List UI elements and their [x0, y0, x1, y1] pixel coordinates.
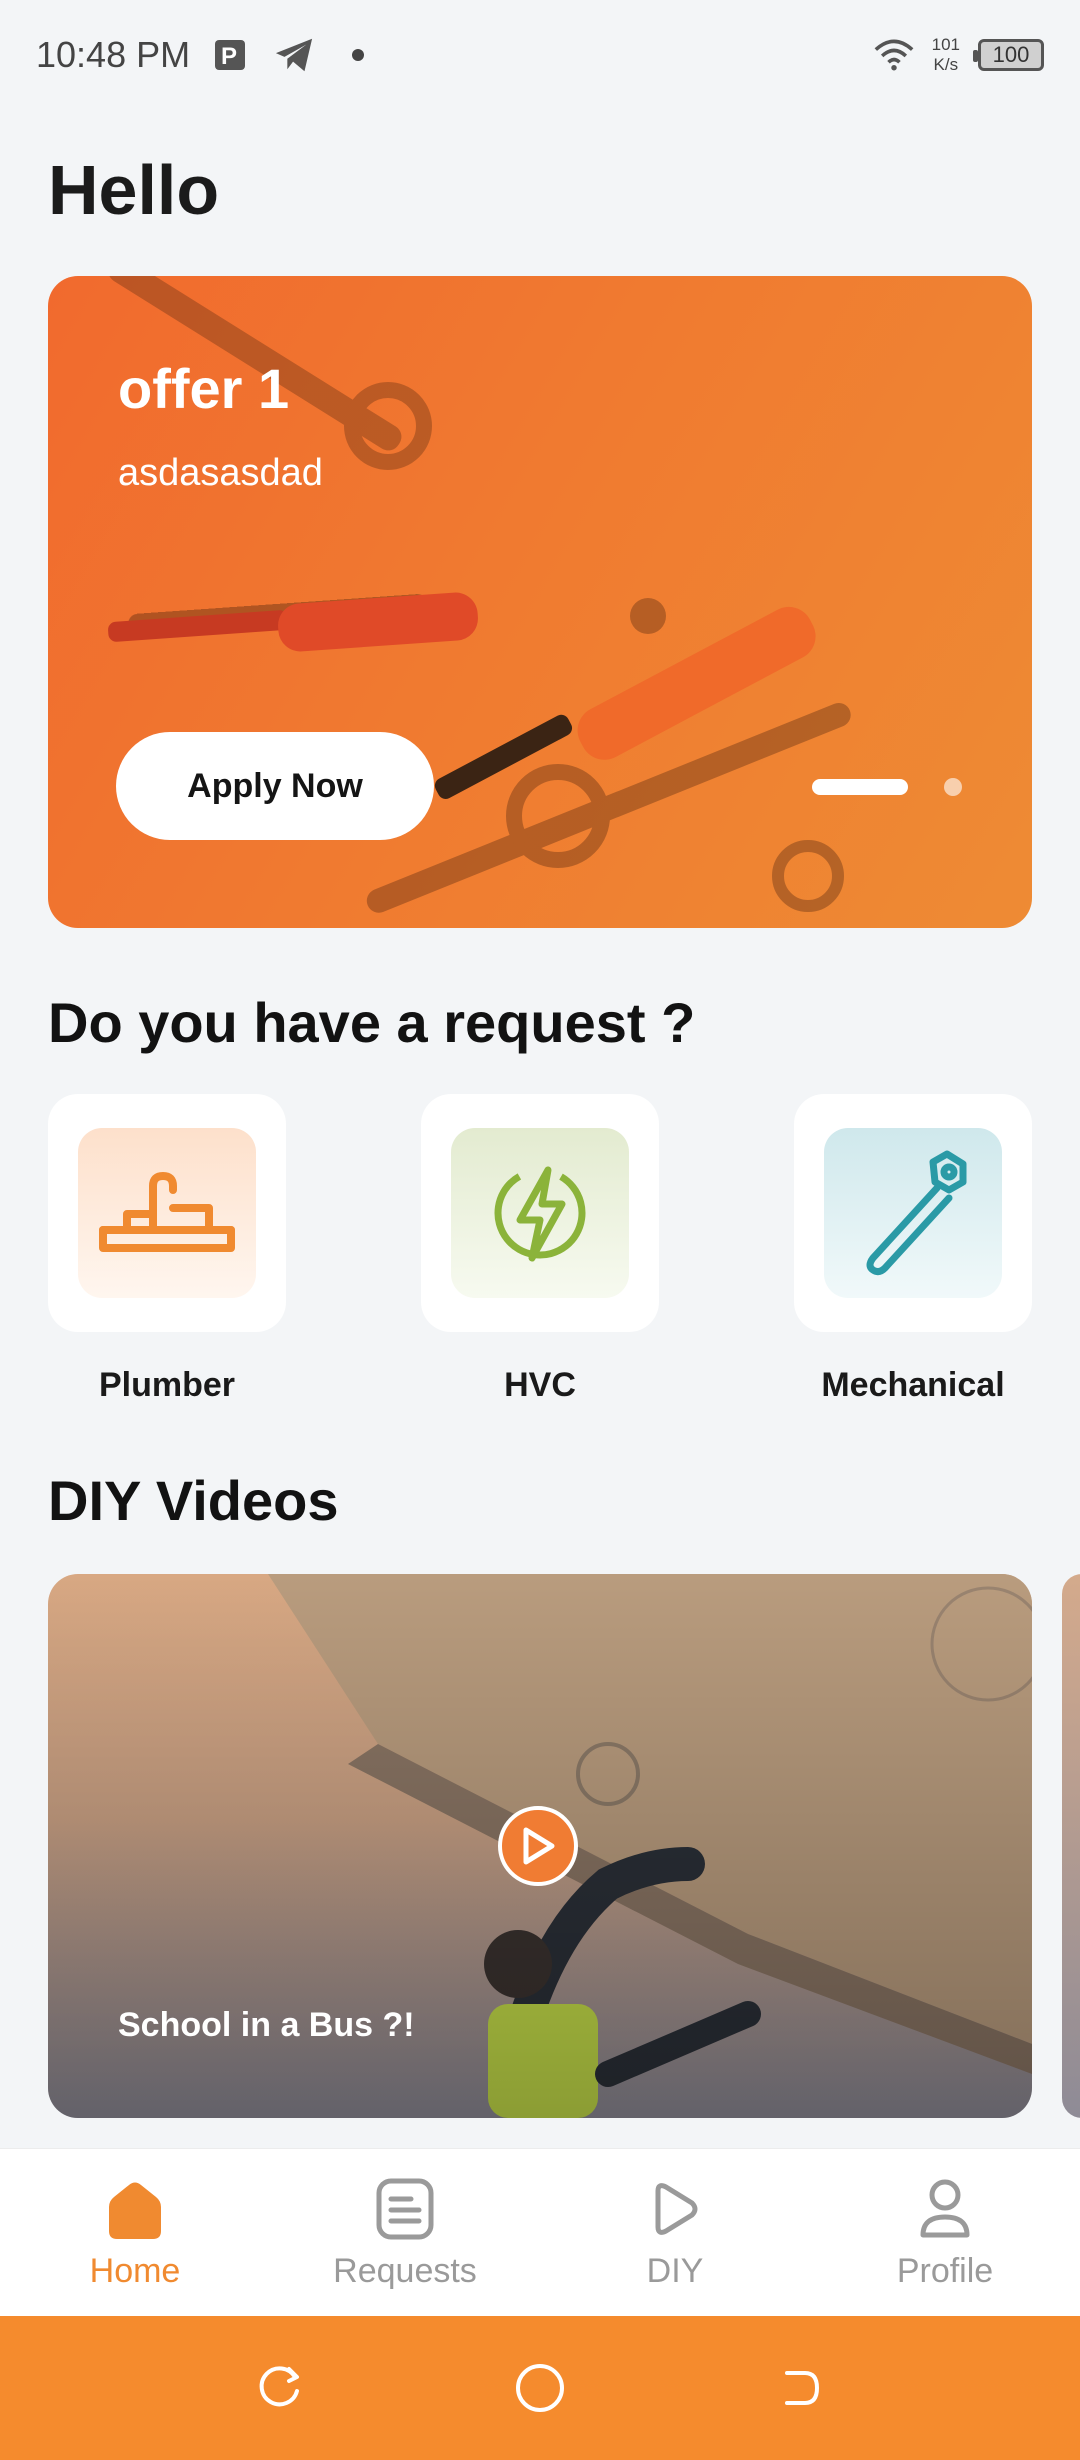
notification-dot	[352, 49, 365, 61]
user-icon	[910, 2174, 980, 2244]
recents-icon[interactable]	[250, 2358, 310, 2418]
service-icon-bg	[824, 1128, 1002, 1298]
battery-level: 100	[992, 42, 1030, 67]
nav-label: Requests	[333, 2252, 477, 2290]
lightning-icon	[494, 1166, 586, 1262]
telegram-icon	[274, 35, 314, 75]
play-outline-icon	[640, 2174, 710, 2244]
status-time: 10:48 PM	[36, 34, 191, 75]
play-button[interactable]	[498, 1806, 578, 1886]
service-label: Mechanical	[821, 1366, 1005, 1404]
network-speed-value: 101	[931, 35, 960, 54]
nav-item-home[interactable]: Home	[0, 2174, 270, 2291]
apply-now-button[interactable]: Apply Now	[116, 732, 434, 840]
nav-label: Profile	[896, 2252, 994, 2290]
network-speed-unit: K/s	[933, 55, 959, 74]
document-icon	[370, 2174, 440, 2244]
offer-title: offer 1	[118, 357, 290, 420]
status-right: 101 K/s 100	[874, 35, 1044, 75]
wrench-icon	[866, 1150, 967, 1276]
offer-subtitle: asdasasdad	[118, 452, 323, 494]
network-speed: 101 K/s	[932, 35, 960, 75]
service-label: Plumber	[98, 1366, 236, 1404]
home-icon	[100, 2174, 170, 2244]
battery-icon: 100	[973, 39, 1044, 71]
bottom-navigation: Home Requests DIY Profile	[0, 2148, 1080, 2316]
wifi-icon	[874, 35, 914, 75]
status-bar: 10:48 PM P 101 K/s 100	[0, 0, 1080, 110]
nav-label: Home	[89, 2252, 181, 2290]
service-icon-bg	[451, 1128, 629, 1298]
nav-item-diy[interactable]: DIY	[540, 2174, 810, 2291]
parking-icon: P	[212, 35, 252, 75]
service-mechanical[interactable]: Mechanical	[794, 1094, 1032, 1405]
service-label: HVC	[504, 1366, 576, 1404]
service-icon-bg	[78, 1128, 256, 1298]
nav-label: DIY	[646, 2252, 704, 2290]
system-navigation-bar	[0, 2316, 1080, 2460]
video-card[interactable]: School in a Bus ?!	[48, 1574, 1032, 2118]
svg-text:P: P	[221, 43, 237, 70]
video-title: School in a Bus ?!	[118, 2006, 415, 2044]
status-left: 10:48 PM P	[36, 34, 365, 76]
offer-pager[interactable]	[812, 778, 962, 796]
service-tile[interactable]	[421, 1094, 659, 1332]
next-video-card[interactable]	[1062, 1574, 1080, 2118]
back-icon[interactable]	[770, 2358, 830, 2418]
diy-section-title: DIY Videos	[48, 1469, 339, 1532]
play-icon	[523, 1827, 555, 1865]
nav-item-profile[interactable]: Profile	[810, 2174, 1080, 2291]
service-tile[interactable]	[794, 1094, 1032, 1332]
service-plumber[interactable]: Plumber	[48, 1094, 286, 1405]
pager-dot[interactable]	[944, 778, 962, 796]
plumbing-icon	[99, 1172, 235, 1252]
request-section-title: Do you have a request ?	[48, 991, 696, 1054]
offer-banner[interactable]: offer 1 asdasasdad Apply Now	[48, 276, 1032, 928]
service-hvc[interactable]: HVC	[421, 1094, 659, 1405]
pager-dot-active[interactable]	[812, 779, 908, 795]
nav-item-requests[interactable]: Requests	[270, 2174, 540, 2291]
home-circle-icon[interactable]	[510, 2358, 570, 2418]
service-tile[interactable]	[48, 1094, 286, 1332]
greeting-title: Hello	[48, 151, 220, 229]
